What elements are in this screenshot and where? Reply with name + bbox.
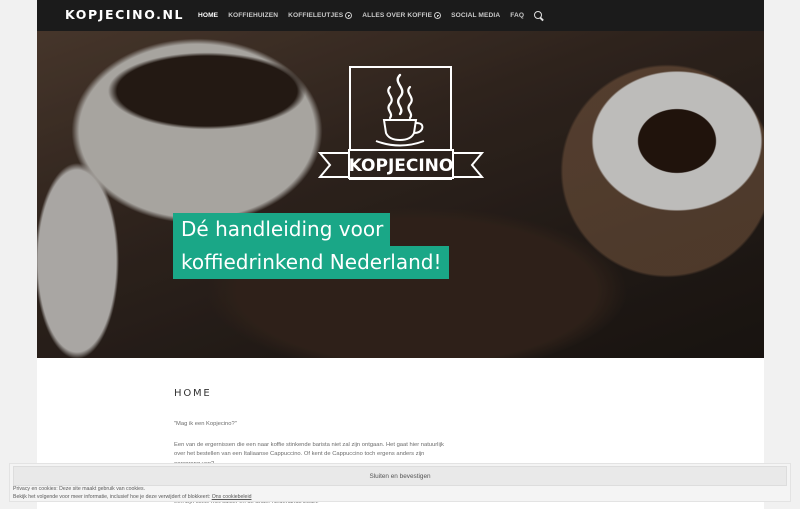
cookie-info: Privacy en cookies: Deze site maakt gebr… (13, 485, 251, 501)
nav-koffiehuizen-label: KOFFIEHUIZEN (228, 12, 279, 19)
hero-banner: KOPJECINO Dé handleiding voor koffiedrin… (37, 31, 764, 358)
cookie-line-2: Bekijk het volgende voor meer informatie… (13, 493, 251, 501)
nav-home-label: HOME (198, 12, 219, 19)
close-and-accept-button[interactable]: Sluiten en bevestigen (13, 466, 787, 486)
search-icon[interactable] (534, 10, 544, 21)
nav-faq[interactable]: FAQ (510, 12, 524, 19)
nav-social-media[interactable]: SOCIAL MEDIA (451, 12, 500, 19)
main-menu: HOME KOFFIEHUIZEN KOFFIELEUTJES ALLES OV… (198, 0, 544, 31)
page-title: HOME (174, 388, 212, 399)
nav-koffiehuizen[interactable]: KOFFIEHUIZEN (228, 12, 278, 19)
nav-home[interactable]: HOME (198, 12, 218, 19)
nav-alles-over-koffie-label: ALLES OVER KOFFIE (362, 12, 433, 19)
site-page: KOPJECINO.NL HOME KOFFIEHUIZEN KOFFIELEU… (37, 0, 764, 509)
nav-koffieleutjes-label: KOFFIELEUTJES (288, 12, 344, 19)
tagline-line-1: Dé handleiding voor (173, 213, 391, 246)
nav-social-media-label: SOCIAL MEDIA (451, 12, 501, 19)
main-content: HOME "Mag ik een Kopjecino?" Een van de … (174, 388, 474, 505)
top-navigation-bar: KOPJECINO.NL HOME KOFFIEHUIZEN KOFFIELEU… (37, 0, 764, 31)
cookie-notice: Sluiten en bevestigen Privacy en cookies… (9, 463, 791, 502)
intro-quote: "Mag ik een Kopjecino?" (174, 421, 237, 427)
hero-tagline: Dé handleiding voor koffiedrinkend Neder… (173, 213, 449, 279)
tagline-line-2: koffiedrinkend Nederland! (173, 246, 449, 279)
nav-faq-label: FAQ (510, 12, 525, 19)
cookie-policy-link[interactable]: Ons cookiebeleid (212, 494, 252, 500)
kopjecino-emblem: KOPJECINO (318, 66, 484, 180)
submenu-plus-icon[interactable] (345, 12, 353, 19)
nav-alles-over-koffie[interactable]: ALLES OVER KOFFIE (362, 12, 442, 19)
submenu-plus-icon[interactable] (434, 12, 442, 19)
nav-koffieleutjes[interactable]: KOFFIELEUTJES (288, 12, 353, 19)
cookie-line-1: Privacy en cookies: Deze site maakt gebr… (13, 486, 146, 492)
emblem-title: KOPJECINO (349, 156, 454, 176)
site-logo[interactable]: KOPJECINO.NL (65, 7, 184, 22)
cookie-line-2-text: Bekijk het volgende voor meer informatie… (13, 494, 211, 500)
